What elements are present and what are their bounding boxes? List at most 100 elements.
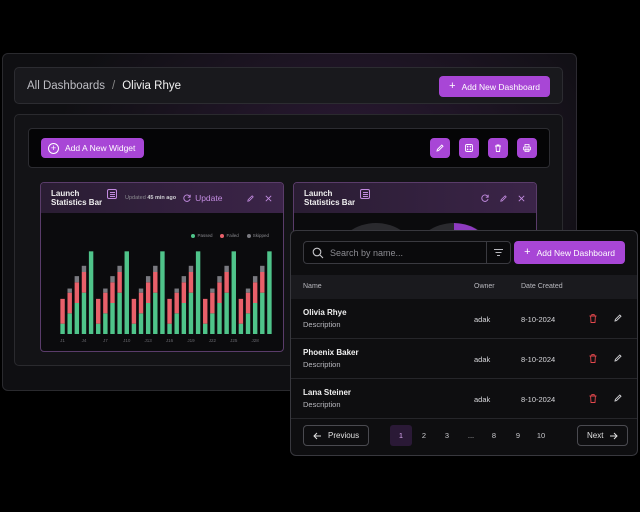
- add-new-dashboard-label: Add New Dashboard: [461, 81, 540, 92]
- row-description: Description: [303, 360, 341, 369]
- bar-passed: [267, 251, 272, 334]
- bar-skipped: [224, 265, 229, 272]
- bar-passed: [145, 303, 151, 334]
- page-3[interactable]: 3: [436, 425, 458, 446]
- close-icon[interactable]: [517, 194, 526, 203]
- bar-failed: [81, 272, 87, 293]
- bar-skipped: [260, 265, 265, 272]
- trash-icon[interactable]: [588, 353, 598, 364]
- add-dashboard-label: Add New Dashboard: [536, 247, 615, 258]
- widget-2-header: Launch Statistics Bar: [294, 183, 536, 213]
- bar-passed: [181, 303, 187, 334]
- bar-failed: [74, 282, 80, 303]
- add-new-dashboard-button[interactable]: + Add New Dashboard: [439, 76, 550, 97]
- page-10[interactable]: 10: [530, 425, 552, 446]
- page-8[interactable]: 8: [483, 425, 505, 446]
- x-tick-label: J10: [123, 338, 131, 343]
- edit-tool-button[interactable]: [430, 138, 450, 158]
- bar-failed: [210, 292, 215, 314]
- pencil-icon[interactable]: [246, 194, 255, 203]
- refresh-icon[interactable]: [480, 193, 490, 203]
- add-widget-label: Add A New Widget: [65, 143, 136, 153]
- page-1[interactable]: 1: [390, 425, 412, 446]
- bar-failed: [103, 292, 108, 314]
- row-description: Description: [303, 320, 341, 329]
- widget-header: Launch Statistics Bar Updated 45 min ago…: [41, 183, 283, 213]
- bar-passed: [103, 313, 108, 334]
- bar-skipped: [103, 288, 108, 293]
- bar-failed: [138, 292, 144, 314]
- row-name: Olivia Rhye: [303, 308, 347, 317]
- launch-statistics-chart: J1 J4 J7 J10 J13 J16 J19 J22 J25 J28: [60, 251, 272, 343]
- bar-skipped: [145, 276, 151, 283]
- bar-passed: [60, 323, 65, 334]
- pencil-icon[interactable]: [499, 194, 508, 203]
- bar-failed: [110, 282, 115, 303]
- add-widget-button[interactable]: + Add A New Widget: [41, 138, 145, 158]
- bar-skipped: [188, 265, 194, 272]
- close-icon[interactable]: [264, 194, 273, 203]
- pencil-icon[interactable]: [613, 313, 623, 323]
- widget-updated: Updated 45 min ago: [125, 195, 177, 201]
- bar-passed: [81, 292, 87, 334]
- add-new-dashboard-button-table[interactable]: + Add New Dashboard: [514, 241, 625, 264]
- bar-passed: [188, 292, 194, 334]
- previous-button[interactable]: Previous: [303, 425, 370, 446]
- bar-passed: [153, 292, 158, 334]
- next-button[interactable]: Next: [577, 425, 629, 446]
- x-tick-label: J13: [145, 338, 153, 343]
- bar-skipped: [67, 288, 72, 293]
- delete-tool-button[interactable]: [488, 138, 508, 158]
- bar-failed: [245, 292, 251, 314]
- bar-skipped: [245, 288, 251, 293]
- row-owner: adak: [474, 355, 491, 364]
- refresh-icon: [183, 194, 191, 202]
- trash-icon: [495, 144, 501, 152]
- menu-icon[interactable]: [360, 189, 370, 199]
- trash-icon[interactable]: [588, 393, 598, 404]
- row-date: 8-10-2024: [521, 395, 556, 404]
- page-ellipsis: ...: [467, 431, 475, 440]
- palette-tool-button[interactable]: [459, 138, 479, 158]
- arrow-right-icon: [610, 432, 619, 439]
- bar-failed: [188, 272, 194, 293]
- table-row[interactable]: Phoenix Baker Description adak 8-10-2024: [291, 339, 637, 379]
- bar-failed: [131, 298, 137, 324]
- bar-skipped: [217, 276, 222, 283]
- update-button[interactable]: Update: [182, 193, 222, 203]
- x-tick-label: J25: [230, 338, 238, 343]
- pencil-icon[interactable]: [613, 353, 623, 363]
- bar-passed: [224, 292, 229, 334]
- page-9[interactable]: 9: [507, 425, 529, 446]
- bar-passed: [160, 251, 165, 334]
- bar-passed: [110, 303, 115, 334]
- page-2[interactable]: 2: [413, 425, 435, 446]
- print-tool-button[interactable]: [517, 138, 537, 158]
- bar-skipped: [117, 265, 122, 272]
- bar-failed: [260, 272, 265, 293]
- row-description: Description: [303, 400, 341, 409]
- arrow-left-icon: [313, 432, 321, 439]
- x-tick-label: J16: [166, 338, 174, 343]
- x-tick-label: J4: [82, 338, 87, 343]
- column-date-created: Date Created: [521, 283, 563, 290]
- row-date: 8-10-2024: [521, 315, 556, 324]
- row-name: Phoenix Baker: [303, 348, 359, 357]
- pencil-icon[interactable]: [613, 393, 623, 403]
- search-box[interactable]: [303, 241, 511, 264]
- breadcrumb-root[interactable]: All Dashboards: [27, 80, 105, 92]
- filter-button[interactable]: [486, 242, 510, 263]
- bar-failed: [217, 282, 222, 303]
- table-row[interactable]: Olivia Rhye Description adak 8-10-2024: [291, 299, 637, 339]
- search-input[interactable]: [330, 247, 480, 258]
- filter-icon: [494, 249, 503, 256]
- trash-icon[interactable]: [588, 313, 598, 324]
- bar-failed: [238, 298, 244, 324]
- menu-icon[interactable]: [107, 189, 117, 199]
- bar-skipped: [252, 276, 258, 283]
- bar-passed: [167, 323, 172, 334]
- table-row[interactable]: Lana Steiner Description adak 8-10-2024: [291, 379, 637, 419]
- bar-skipped: [174, 288, 179, 293]
- bar-failed: [153, 272, 158, 293]
- column-name: Name: [303, 283, 322, 290]
